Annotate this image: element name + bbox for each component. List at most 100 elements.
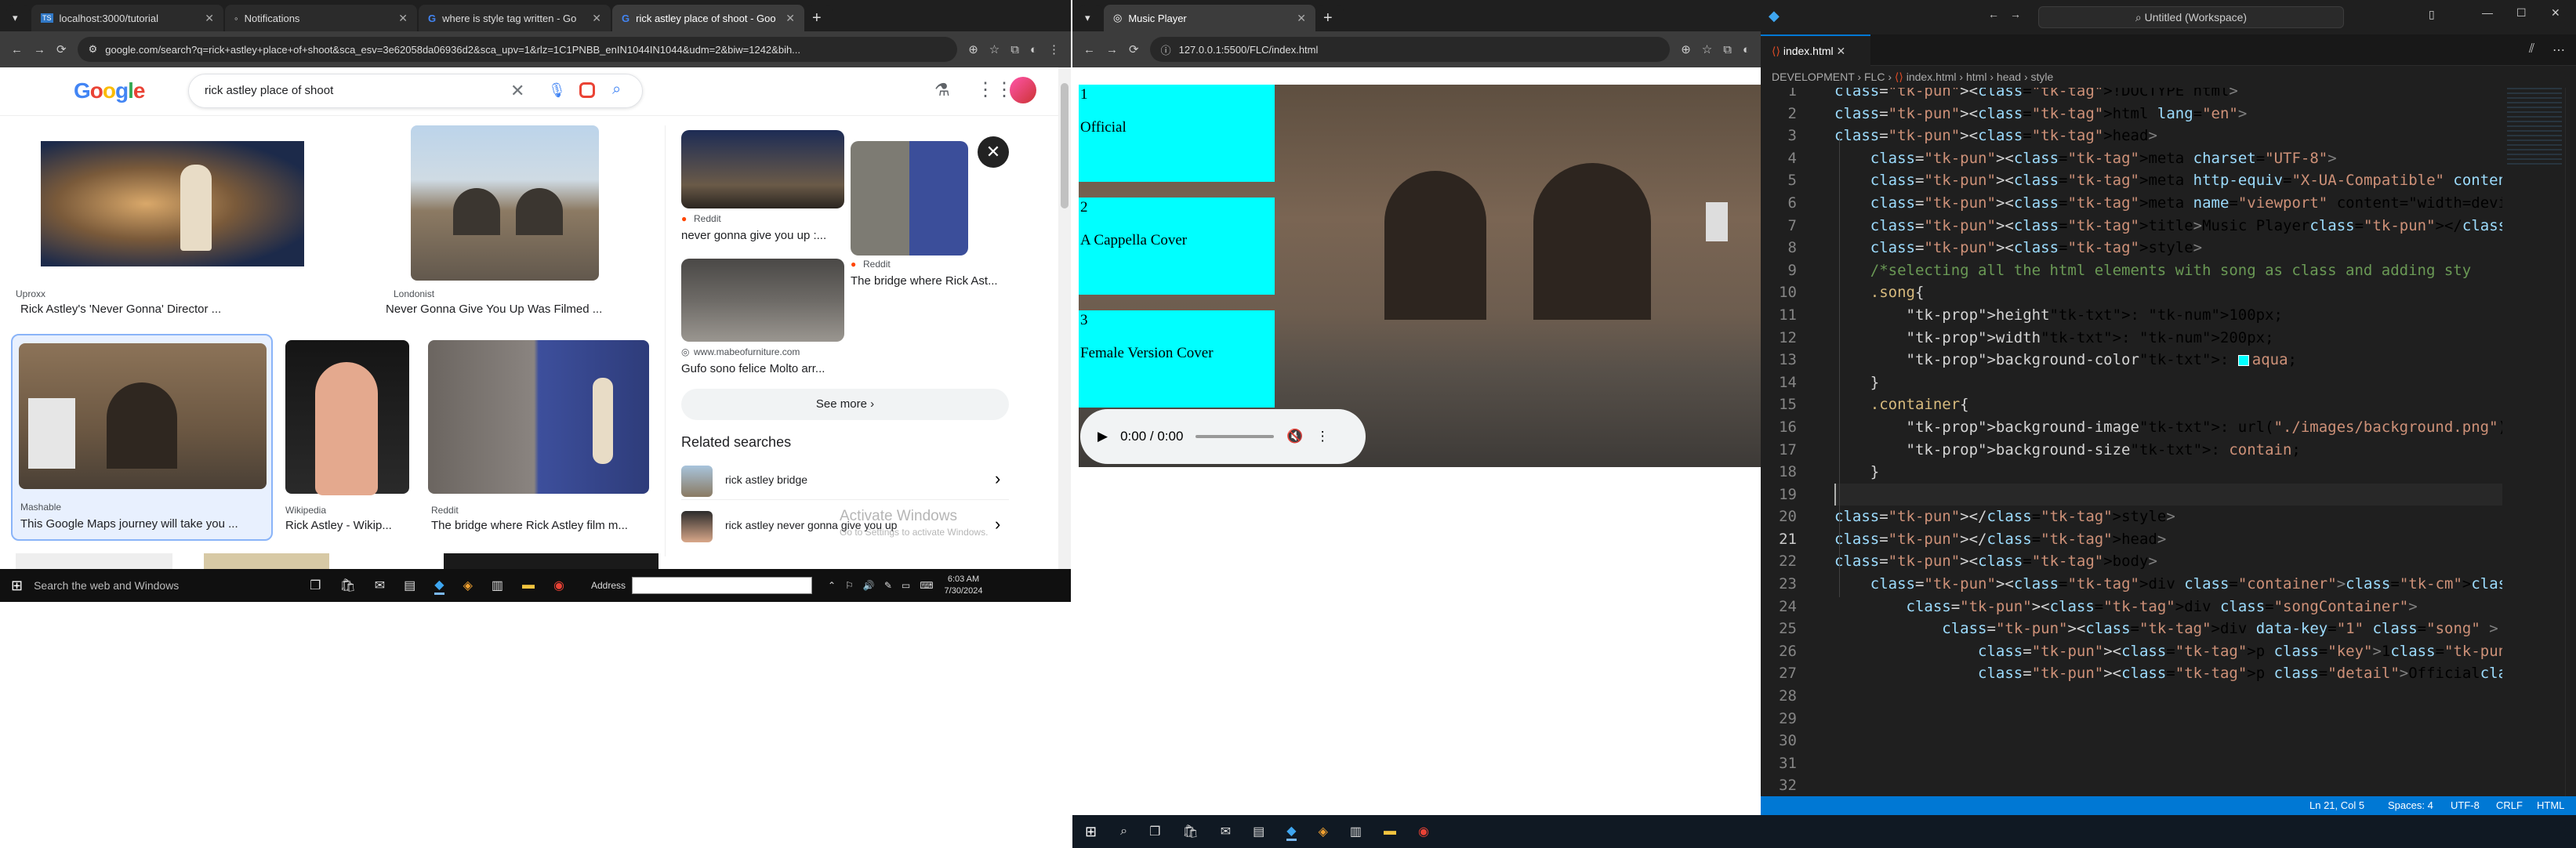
search-input[interactable]: rick astley place of shoot	[205, 84, 333, 97]
code-line[interactable]: class="tk-pun"></class="tk-tag">style>	[1834, 506, 2502, 528]
reload-icon[interactable]: ⟳	[1129, 42, 1139, 56]
tab-search-menu[interactable]: ▾	[1079, 5, 1102, 31]
chrome-icon[interactable]: ◉	[1418, 824, 1429, 839]
code-line[interactable]: }	[1834, 461, 2502, 484]
code-line[interactable]: "tk-prop">height"tk-txt">: "tk-num">100p…	[1834, 304, 2502, 327]
code-line[interactable]: class="tk-pun"><class="tk-tag">div class…	[1834, 573, 2502, 596]
tab-notifications[interactable]: ◦ Notifications ✕	[225, 5, 417, 31]
editor[interactable]: 1 2 3 4 5 6 7 8 9 10 11 12 13 14 15 16 17 18 19 20 21 22 23 24 2…	[1761, 88, 2576, 796]
result-card[interactable]: Uproxx Rick Astley's 'Never Gonna' Direc…	[16, 125, 361, 321]
command-center[interactable]: ⌕ Untitled (Workspace)	[2038, 6, 2344, 28]
result-title[interactable]: This Google Maps journey will take you .…	[20, 517, 268, 531]
tab-music-player[interactable]: ◎ Music Player ✕	[1104, 5, 1315, 31]
back-icon[interactable]: ←	[1083, 43, 1095, 56]
audio-player[interactable]: ▶ 0:00 / 0:00 🔇 ⋮	[1080, 409, 1366, 464]
more-actions-icon[interactable]: ⋯	[2552, 42, 2565, 58]
panel-image[interactable]	[681, 259, 844, 342]
mail-icon[interactable]: ✉	[375, 578, 385, 593]
forward-icon[interactable]: →	[34, 43, 45, 56]
result-title[interactable]: The bridge where Rick Astley film m...	[431, 519, 652, 532]
tab-index-html[interactable]: ⟨⟩ index.html ✕	[1761, 34, 1870, 66]
result-card[interactable]: Reddit The bridge where Rick Astley film…	[428, 339, 659, 535]
close-icon[interactable]: ✕	[592, 12, 601, 25]
code-line[interactable]: "tk-prop">width"tk-txt">: "tk-num">200px…	[1834, 327, 2502, 350]
code-line[interactable]: class="tk-pun"><class="tk-tag">title>Mus…	[1834, 215, 2502, 237]
task-view-icon[interactable]: ❐	[1149, 824, 1160, 839]
google-doodle-logo[interactable]: Google	[74, 78, 145, 103]
forward-icon[interactable]: →	[1106, 43, 1118, 56]
scrollbar-thumb[interactable]	[1061, 83, 1068, 208]
result-title[interactable]: Rick Astley's 'Never Gonna' Director ...	[20, 303, 350, 316]
chat-icon[interactable]: ▭	[902, 580, 910, 591]
code-line[interactable]: /*selecting all the html elements with s…	[1834, 259, 2502, 282]
language-mode[interactable]: HTML	[2537, 796, 2564, 815]
page-scrollbar[interactable]	[1058, 67, 1071, 569]
code-area[interactable]: class="tk-pun"><class="tk-tag">!DOCTYPE …	[1834, 88, 2502, 685]
code-line[interactable]: class="tk-pun"><class="tk-tag">body>	[1834, 550, 2502, 573]
minimize-icon[interactable]: —	[2482, 6, 2493, 19]
windows-start-icon[interactable]: ⊞	[11, 578, 23, 594]
tab-style-tag-search[interactable]: Gwhere is style tag written - Go ✕	[419, 5, 611, 31]
address-bar[interactable]: ⚙ google.com/search?q=rick+astley+place+o…	[77, 37, 958, 62]
profile-icon[interactable]: ◐	[1030, 43, 1037, 56]
close-icon[interactable]: ✕	[1837, 45, 1846, 57]
lens-icon[interactable]	[579, 82, 595, 98]
windows-start-icon[interactable]: ⊞	[1085, 824, 1097, 840]
code-line[interactable]: class="tk-pun"><class="tk-tag">meta http…	[1834, 169, 2502, 192]
task-view-icon[interactable]: ❐	[310, 578, 321, 593]
vscode-icon[interactable]: ◆	[1286, 823, 1297, 841]
bookmark-star-icon[interactable]: ☆	[1702, 42, 1712, 56]
close-window-icon[interactable]: ✕	[2551, 6, 2560, 20]
nav-back-icon[interactable]: ←	[1988, 8, 1999, 20]
pen-icon[interactable]: ✎	[884, 580, 892, 591]
notes-icon[interactable]: ▤	[404, 578, 415, 593]
terminal-icon[interactable]: ▥	[1350, 824, 1362, 839]
new-tab-button[interactable]: +	[1317, 5, 1344, 31]
layout-icon[interactable]: ▯	[2429, 8, 2435, 21]
code-line[interactable]: class="tk-pun"><class="tk-tag">html lang…	[1834, 103, 2502, 125]
tab-rick-astley-search[interactable]: Grick astley place of shoot - Goo ✕	[612, 5, 804, 31]
split-editor-icon[interactable]: ⫽	[2529, 42, 2534, 56]
folder-icon[interactable]: ▬	[1384, 824, 1396, 839]
chrome-icon[interactable]: ◉	[553, 578, 564, 593]
panel-image[interactable]	[681, 130, 844, 208]
encoding[interactable]: UTF-8	[2451, 796, 2480, 815]
store-icon[interactable]: 🛍	[339, 578, 355, 593]
see-more-button[interactable]: See more ›	[681, 389, 1009, 420]
zoom-icon[interactable]: ⊕	[968, 42, 978, 56]
code-line[interactable]: class="tk-pun"><class="tk-tag">p class="…	[1834, 662, 2502, 685]
result-card[interactable]: Wikipedia Rick Astley - Wikip...	[284, 339, 417, 535]
code-line[interactable]	[1834, 483, 2502, 506]
song-card[interactable]: 3 Female Version Cover	[1079, 310, 1275, 408]
mail-icon[interactable]: ✉	[1221, 824, 1231, 839]
profile-icon[interactable]: ◐	[1743, 43, 1750, 56]
result-image[interactable]	[411, 125, 599, 281]
tab-search-menu[interactable]: ▾	[6, 5, 30, 31]
result-image[interactable]	[41, 141, 304, 266]
code-line[interactable]: class="tk-pun"><class="tk-tag">meta char…	[1834, 147, 2502, 170]
tray-chevron-icon[interactable]: ⌃	[828, 580, 836, 591]
seek-slider[interactable]	[1195, 435, 1275, 438]
close-icon[interactable]: ✕	[785, 12, 795, 25]
close-icon[interactable]: ✕	[398, 12, 408, 25]
code-line[interactable]: "tk-prop">background-size"tk-txt">: cont…	[1834, 439, 2502, 462]
code-line[interactable]: class="tk-pun"><class="tk-tag">style>	[1834, 237, 2502, 259]
play-icon[interactable]: ▶	[1098, 429, 1108, 444]
extensions-icon[interactable]: ⧉	[1010, 43, 1019, 56]
menu-icon[interactable]: ⋮	[1048, 42, 1060, 56]
editor-scrollbar[interactable]	[2565, 88, 2576, 796]
code-line[interactable]: class="tk-pun"><class="tk-tag">div data-…	[1834, 618, 2502, 640]
address-bar[interactable]: ⓘ 127.0.0.1:5500/FLC/index.html	[1149, 37, 1671, 62]
code-line[interactable]: class="tk-pun"><class="tk-tag">p class="…	[1834, 640, 2502, 663]
mic-icon[interactable]: 🎙	[548, 82, 566, 99]
reload-icon[interactable]: ⟳	[56, 42, 67, 56]
search-icon[interactable]: ⌕	[612, 81, 621, 99]
clock[interactable]: 6:03 AM 7/30/2024	[945, 574, 983, 597]
store-icon[interactable]: 🛍	[1182, 824, 1198, 839]
result-title[interactable]: Never Gonna Give You Up Was Filmed ...	[386, 303, 637, 316]
code-line[interactable]: class="tk-pun"><class="tk-tag">head>	[1834, 125, 2502, 147]
code-line[interactable]: .container{	[1834, 393, 2502, 416]
volume-icon[interactable]: 🔊	[863, 580, 875, 591]
tab-localhost[interactable]: TS localhost:3000/tutorial ✕	[31, 5, 223, 31]
related-item[interactable]: rick astley bridge ›	[681, 461, 1009, 500]
